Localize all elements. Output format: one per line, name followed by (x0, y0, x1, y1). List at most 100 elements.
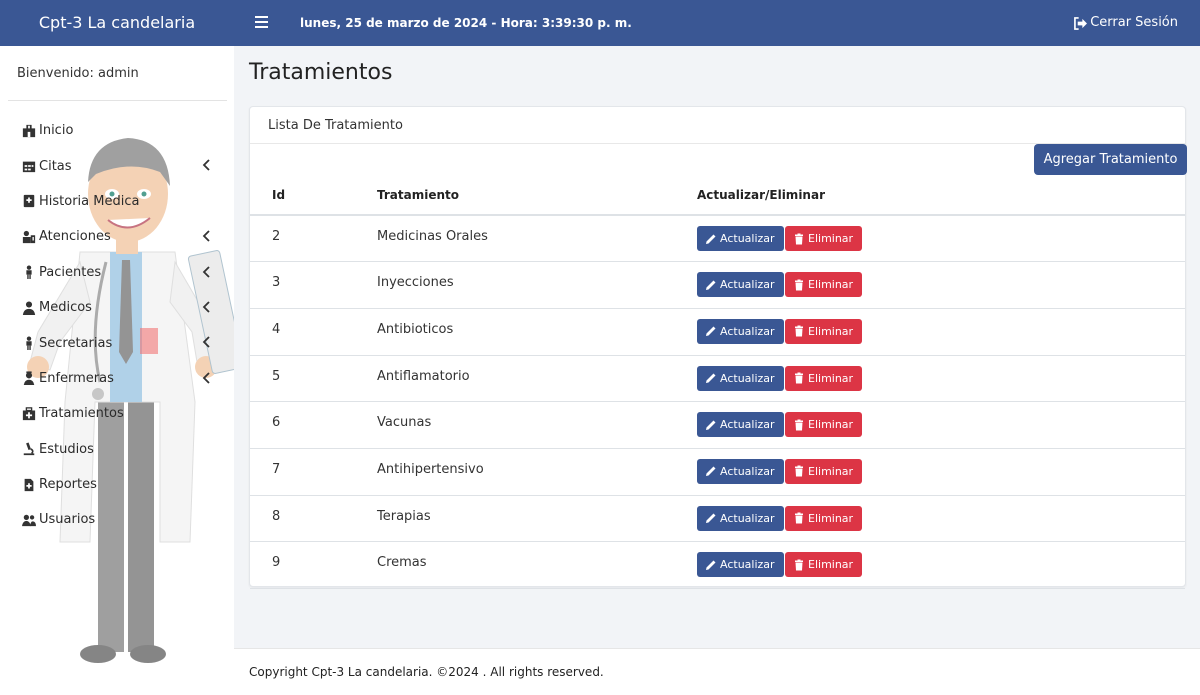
sidebar-item-citas[interactable]: Citas (0, 148, 234, 183)
logout-label: Cerrar Sesión (1090, 15, 1178, 30)
pencil-icon (706, 513, 716, 524)
sidebar-item-atenciones[interactable]: Atenciones (0, 219, 234, 254)
nurse-icon (22, 371, 36, 386)
treatment-id: 9 (250, 541, 355, 589)
chevron-left-icon[interactable] (202, 230, 211, 242)
logout-button[interactable]: Cerrar Sesión (1073, 0, 1178, 46)
delete-label: Eliminar (808, 232, 854, 245)
hamburger-menu-icon[interactable] (255, 13, 271, 33)
sidebar-item-estudios[interactable]: Estudios (0, 432, 234, 467)
treatment-name: Antihipertensivo (355, 448, 675, 496)
chevron-left-icon[interactable] (202, 265, 211, 278)
treatments-table: Id Tratamiento Actualizar/Eliminar 2 Medi… (250, 175, 1185, 589)
delete-button[interactable]: Eliminar (785, 552, 862, 578)
update-button[interactable]: Actualizar (697, 552, 784, 578)
sidebar-item-label: Citas (39, 158, 72, 174)
update-button[interactable]: Actualizar (697, 412, 784, 438)
microscope-icon (22, 442, 36, 456)
table-row: 3 Inyecciones Actualizar Eliminar (250, 261, 1185, 309)
row-actions: Actualizar Eliminar (675, 495, 1185, 543)
sidebar-nav: Inicio Citas Historia Medica Atenciones Paci… (0, 113, 234, 538)
sidebar-item-label: Atenciones (39, 229, 111, 245)
row-actions: Actualizar Eliminar (675, 448, 1185, 496)
update-button[interactable]: Actualizar (697, 365, 784, 391)
chevron-left-icon[interactable] (202, 372, 211, 384)
treatment-name: Vacunas (355, 401, 675, 449)
row-actions: Actualizar Eliminar (675, 215, 1185, 263)
table-row: 8 Terapias Actualizar Eliminar (250, 495, 1185, 543)
sidebar-item-enfermeras[interactable]: Enfermeras (0, 361, 234, 396)
pencil-icon (706, 560, 716, 570)
pencil-icon (706, 466, 716, 477)
treatment-name: Medicinas Orales (355, 215, 675, 263)
sidebar-item-tratamientos[interactable]: Tratamientos (0, 396, 234, 431)
pencil-icon (706, 234, 716, 244)
row-actions: Actualizar Eliminar (675, 261, 1185, 309)
update-label: Actualizar (720, 371, 775, 385)
sidebar-item-inicio[interactable]: Inicio (0, 113, 234, 148)
treatment-id: 7 (250, 448, 355, 496)
table-header-row: Id Tratamiento Actualizar/Eliminar (250, 175, 1185, 216)
table-row: 9 Cremas Actualizar Eliminar (250, 541, 1185, 589)
update-label: Actualizar (720, 232, 775, 245)
footer: Copyright Cpt-3 La candelaria. ©2024 . A… (234, 648, 1200, 695)
table-row: 2 Medicinas Orales Actualizar Eliminar (250, 215, 1185, 263)
sidebar-item-label: Usuarios (39, 512, 96, 528)
sidebar-item-label: Medicos (39, 300, 92, 316)
treatment-id: 8 (250, 495, 355, 543)
sidebar-item-label: Pacientes (39, 264, 102, 280)
treatment-id: 4 (250, 308, 355, 356)
row-actions: Actualizar Eliminar (675, 401, 1185, 449)
calendar-icon (22, 159, 36, 173)
sidebar-item-pacientes[interactable]: Pacientes (0, 255, 234, 290)
sidebar-item-secretarias[interactable]: Secretarias (0, 325, 234, 360)
delete-button[interactable]: Eliminar (785, 412, 862, 438)
add-treatment-button[interactable]: Agregar Tratamiento (1034, 144, 1187, 175)
delete-button[interactable]: Eliminar (785, 226, 862, 251)
update-button[interactable]: Actualizar (697, 226, 784, 251)
welcome-text: Bienvenido: admin (17, 66, 139, 81)
update-button[interactable]: Actualizar (697, 505, 784, 531)
delete-label: Eliminar (808, 464, 854, 478)
hospital-icon (22, 124, 36, 138)
sidebar-item-label: Tratamientos (39, 406, 124, 422)
delete-button[interactable]: Eliminar (785, 505, 862, 531)
sidebar-item-usuarios[interactable]: Usuarios (0, 502, 234, 537)
update-button[interactable]: Actualizar (697, 318, 784, 344)
sidebar-item-reportes[interactable]: Reportes (0, 467, 234, 502)
treatment-name: Inyecciones (355, 261, 675, 309)
sidebar-item-label: Enfermeras (39, 370, 114, 386)
chevron-left-icon[interactable] (202, 301, 211, 313)
treatment-name: Cremas (355, 541, 675, 589)
trash-icon (795, 512, 803, 524)
table-row: 5 Antiflamatorio Actualizar Eliminar (250, 355, 1185, 403)
column-header-treatment: Tratamiento (355, 175, 675, 216)
doctor-icon (22, 301, 36, 315)
delete-button[interactable]: Eliminar (785, 458, 862, 484)
delete-label: Eliminar (808, 511, 854, 525)
sidebar-item-label: Estudios (39, 441, 94, 457)
update-button[interactable]: Actualizar (697, 272, 784, 298)
brand-title[interactable]: Cpt-3 La candelaria (0, 0, 234, 46)
sidebar-item-label: Reportes (39, 477, 97, 493)
delete-label: Eliminar (808, 371, 854, 385)
row-actions: Actualizar Eliminar (675, 541, 1185, 589)
update-label: Actualizar (720, 511, 775, 525)
column-header-id: Id (250, 175, 355, 216)
sidebar-item-medicos[interactable]: Medicos (0, 290, 234, 325)
copyright-text: Copyright Cpt-3 La candelaria. ©2024 . A… (249, 665, 604, 679)
trash-icon (795, 419, 803, 431)
pencil-icon (706, 373, 716, 384)
sidebar-item-historia-medica[interactable]: Historia Medica (0, 184, 234, 219)
chevron-left-icon[interactable] (202, 159, 211, 172)
treatment-id: 5 (250, 355, 355, 403)
delete-button[interactable]: Eliminar (785, 272, 862, 298)
delete-button[interactable]: Eliminar (785, 365, 862, 391)
medical-file-icon (22, 194, 36, 208)
users-medical-icon (22, 230, 36, 244)
update-button[interactable]: Actualizar (697, 458, 784, 484)
treatment-id: 2 (250, 215, 355, 263)
chevron-left-icon[interactable] (202, 336, 211, 348)
report-file-icon (22, 478, 36, 492)
delete-button[interactable]: Eliminar (785, 318, 862, 344)
